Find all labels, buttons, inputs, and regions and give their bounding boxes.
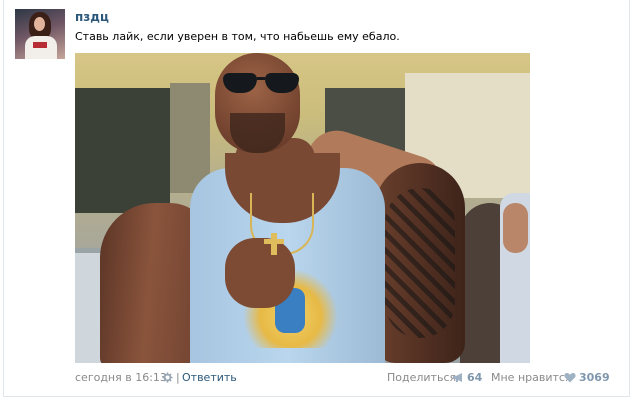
- share-count: 64: [467, 371, 483, 384]
- like-link[interactable]: Мне нравится: [491, 371, 572, 384]
- megaphone-icon[interactable]: [452, 372, 465, 383]
- post-photo[interactable]: [75, 53, 530, 363]
- author-avatar[interactable]: [15, 9, 65, 59]
- gear-icon[interactable]: [162, 372, 173, 383]
- reply-link[interactable]: Ответить: [182, 371, 237, 384]
- wall-post: пздц Ставь лайк, если уверен в том, что …: [3, 0, 630, 397]
- share-link[interactable]: Поделиться: [387, 371, 456, 384]
- like-count: 3069: [579, 371, 610, 384]
- post-author-link[interactable]: пздц: [75, 10, 109, 24]
- post-text: Ставь лайк, если уверен в том, что набье…: [75, 30, 400, 43]
- post-footer: сегодня в 16:13 | Ответить Поделиться 64…: [75, 371, 610, 387]
- heart-icon[interactable]: [564, 372, 576, 383]
- footer-separator: |: [176, 371, 180, 384]
- post-date[interactable]: сегодня в 16:13: [75, 371, 167, 384]
